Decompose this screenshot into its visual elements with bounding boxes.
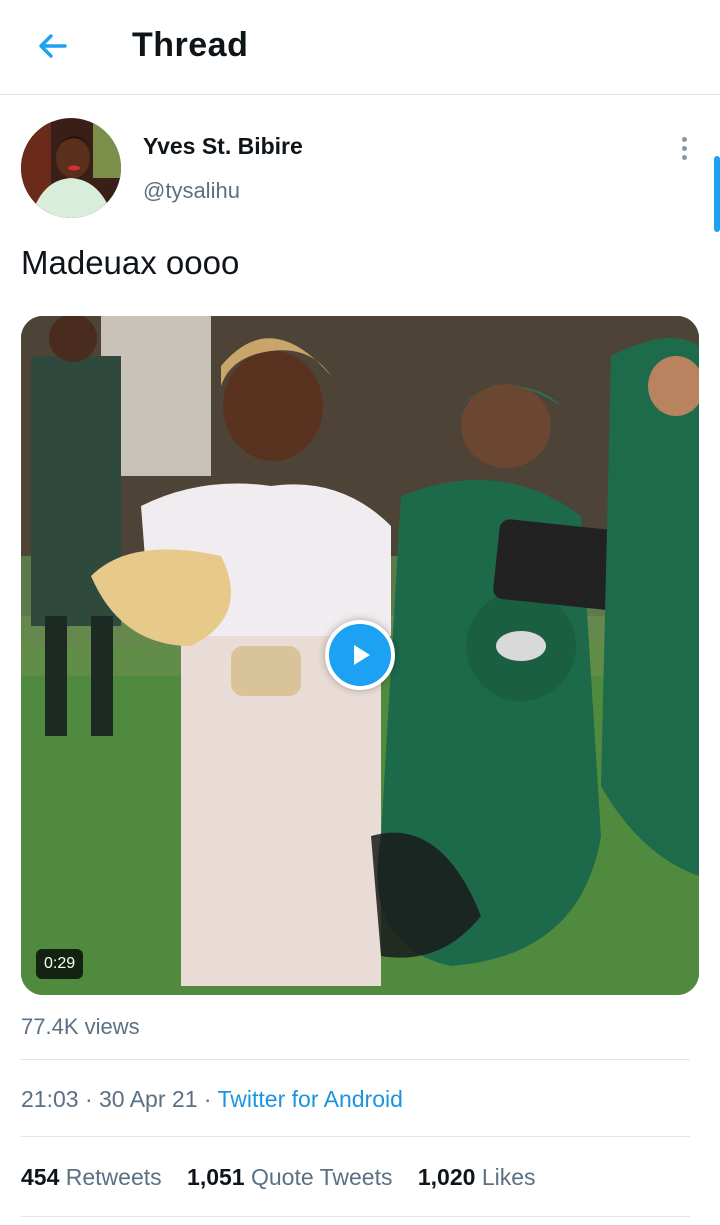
quote-tweets-label: Quote Tweets: [250, 1164, 393, 1190]
quote-tweets-stat[interactable]: 1,051 Quote Tweets: [187, 1164, 392, 1190]
play-button[interactable]: [325, 620, 395, 690]
play-icon: [354, 645, 370, 665]
view-count: 77.4K views: [21, 1014, 140, 1039]
divider: [21, 1136, 690, 1137]
divider: [21, 1059, 690, 1060]
scroll-indicator[interactable]: [714, 156, 720, 232]
more-vertical-icon-dot: [681, 154, 687, 160]
tweet-metadata: 21:03 · 30 Apr 21 · Twitter for Android: [21, 1086, 403, 1113]
author-handle[interactable]: @tysalihu: [143, 178, 240, 204]
divider: [21, 1216, 690, 1217]
more-vertical-icon-dot: [681, 145, 687, 151]
tweet-source-link[interactable]: Twitter for Android: [218, 1086, 403, 1112]
likes-count: 1,020: [417, 1164, 476, 1190]
back-button[interactable]: [30, 24, 74, 68]
engagement-stats: 454 Retweets 1,051 Quote Tweets 1,020 Li…: [21, 1164, 555, 1191]
more-options-button[interactable]: [668, 130, 700, 166]
video-duration: 0:29: [36, 949, 84, 979]
separator: ·: [203, 1086, 212, 1112]
quote-tweets-count: 1,051: [187, 1164, 245, 1190]
page-title: Thread: [132, 26, 249, 64]
author-name[interactable]: Yves St. Bibire: [143, 133, 303, 160]
more-vertical-icon: [681, 136, 687, 142]
arrow-left-icon: [39, 34, 67, 58]
retweets-label: Retweets: [65, 1164, 162, 1190]
tweet-date[interactable]: 30 Apr 21: [99, 1086, 197, 1112]
likes-stat[interactable]: 1,020 Likes: [418, 1164, 536, 1190]
retweets-stat[interactable]: 454 Retweets: [21, 1164, 162, 1190]
likes-label: Likes: [481, 1164, 536, 1190]
tweet-time[interactable]: 21:03: [21, 1086, 79, 1112]
avatar[interactable]: [21, 118, 121, 218]
separator: ·: [84, 1086, 93, 1112]
retweets-count: 454: [21, 1164, 60, 1190]
video-player[interactable]: 0:29: [21, 316, 699, 995]
tweet-text: Madeuax oooo: [21, 244, 240, 281]
top-bar: Thread: [0, 0, 720, 95]
